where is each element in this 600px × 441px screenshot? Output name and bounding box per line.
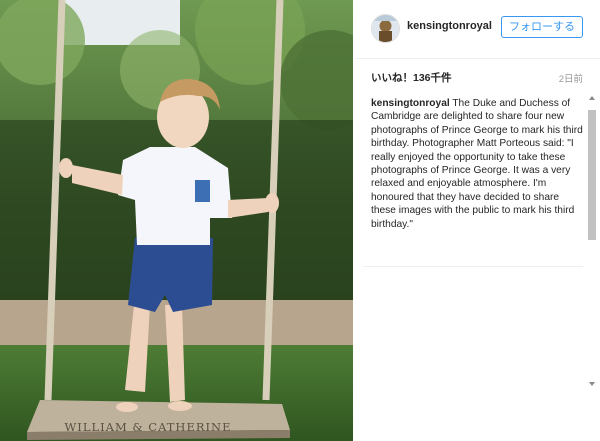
follow-button[interactable]: フォローする	[501, 16, 583, 38]
scrollbar[interactable]	[587, 96, 597, 396]
username-link[interactable]: kensingtonroyal	[407, 20, 492, 32]
post-header: kensingtonroyal フォローする	[355, 0, 600, 59]
scroll-down-arrow-icon[interactable]	[589, 382, 595, 386]
likes-row: いいね！136千件 2日前	[355, 66, 600, 90]
divider	[363, 266, 583, 267]
avatar-image	[372, 15, 399, 42]
comments-area[interactable]: kensingtonroyal The Duke and Duchess of …	[363, 92, 583, 264]
likes-count[interactable]: いいね！136千件	[371, 70, 452, 85]
post-photo[interactable]: WILLIAM & CATHERINE	[0, 0, 353, 441]
photo-scene: WILLIAM & CATHERINE	[0, 0, 353, 441]
scroll-thumb[interactable]	[588, 110, 596, 240]
caption-text: The Duke and Duchess of Cambridge are de…	[371, 98, 583, 230]
seat-engraving: WILLIAM & CATHERINE	[64, 420, 231, 434]
caption-username[interactable]: kensingtonroyal	[371, 98, 450, 109]
avatar[interactable]	[371, 14, 400, 43]
caption: kensingtonroyal The Duke and Duchess of …	[371, 97, 583, 231]
post-timestamp[interactable]: 2日前	[559, 71, 583, 85]
scroll-up-arrow-icon[interactable]	[589, 96, 595, 100]
post-sidebar: kensingtonroyal フォローする いいね！136千件 2日前 ken…	[355, 0, 600, 441]
